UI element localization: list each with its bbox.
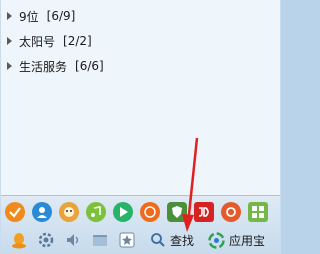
video-play-icon[interactable] [113, 202, 133, 222]
group-count: [2/2] [63, 34, 92, 48]
qq-mail-icon[interactable] [5, 202, 25, 222]
find-button[interactable]: 查找 [147, 229, 197, 251]
shield-icon[interactable] [167, 202, 187, 222]
folder-icon[interactable] [88, 228, 112, 252]
expand-arrow-icon [7, 37, 12, 45]
contact-panel: 9位 [6/9] 太阳号 [2/2] 生活服务 [6/6] 查找 应用宝 [0, 0, 281, 254]
bottom-bar: 查找 应用宝 [1, 195, 280, 254]
appstore-label: 应用宝 [229, 233, 266, 248]
qq-browser-icon[interactable] [221, 202, 241, 222]
tool-row: 查找 应用宝 [1, 226, 280, 254]
qq-friend-icon[interactable] [32, 202, 52, 222]
group-item-9wei[interactable]: 9位 [6/9] [7, 6, 75, 26]
group-name: 生活服务 [19, 59, 68, 74]
qq-music-icon[interactable] [86, 202, 106, 222]
find-label: 查找 [170, 233, 195, 248]
coin-icon[interactable] [140, 202, 160, 222]
group-item-taiyanghao[interactable]: 太阳号 [2/2] [7, 31, 92, 51]
group-name: 太阳号 [19, 34, 56, 49]
search-icon [151, 233, 165, 247]
group-count: [6/9] [46, 9, 76, 23]
group-name: 9位 [19, 9, 39, 24]
appstore-button[interactable]: 应用宝 [205, 229, 268, 251]
jd-icon[interactable] [194, 202, 214, 222]
group-item-shenghuofuwu[interactable]: 生活服务 [6/6] [7, 56, 104, 76]
qq-penguin-icon[interactable] [7, 228, 31, 252]
app-row [5, 200, 275, 224]
apps-grid-icon[interactable] [248, 202, 268, 222]
qq-pet-icon[interactable] [59, 202, 79, 222]
expand-arrow-icon [7, 62, 12, 70]
expand-arrow-icon [7, 12, 12, 20]
favorites-star-icon[interactable] [115, 228, 139, 252]
appstore-icon [208, 231, 225, 249]
speaker-icon[interactable] [61, 228, 85, 252]
group-count: [6/6] [75, 59, 104, 73]
settings-gear-icon[interactable] [34, 228, 58, 252]
